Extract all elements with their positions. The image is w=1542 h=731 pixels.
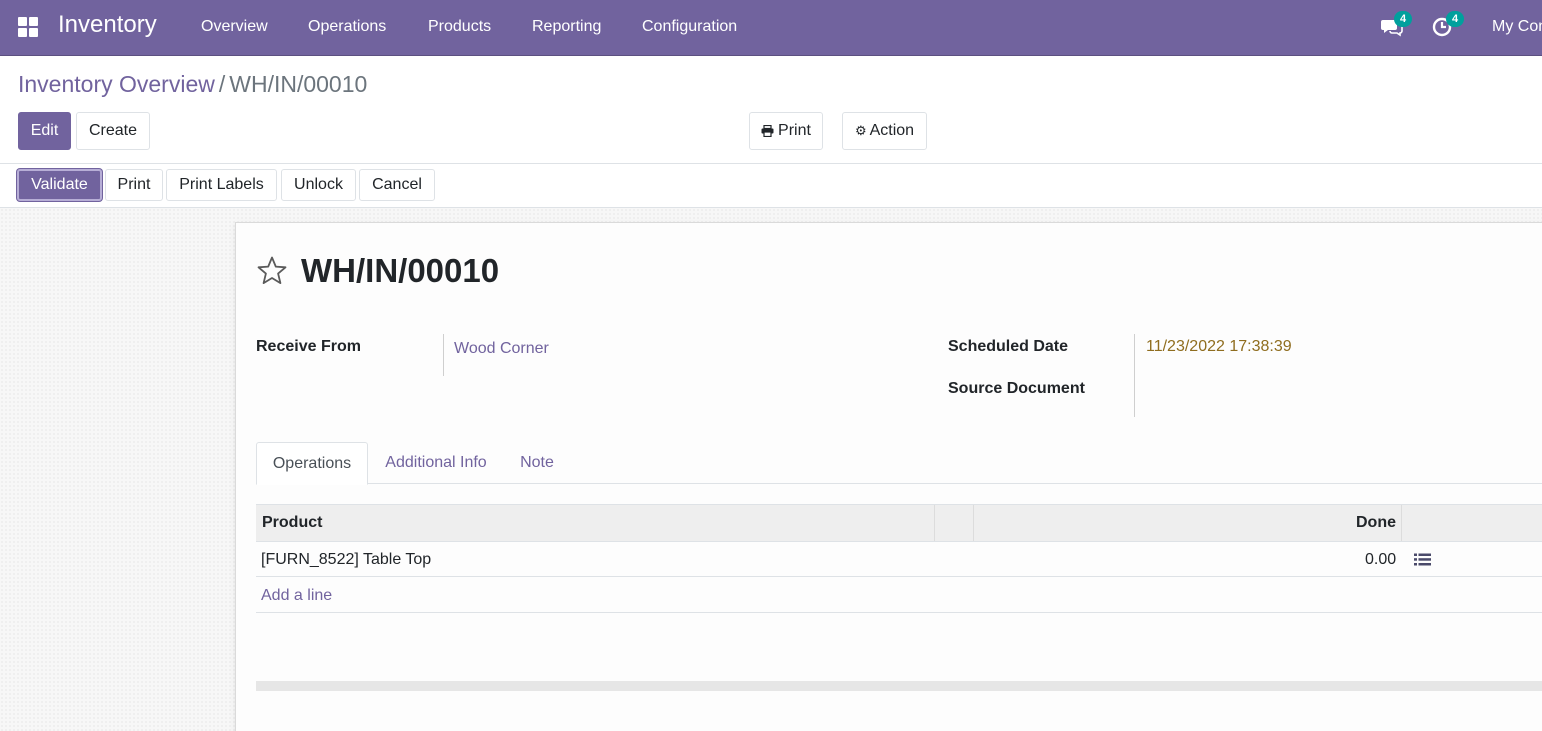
app-name[interactable]: Inventory — [58, 11, 157, 39]
cancel-button[interactable]: Cancel — [359, 169, 435, 201]
action-dropdown-button[interactable]: ⚙ Action — [842, 112, 927, 150]
table-row-empty — [256, 647, 1542, 682]
activities-button[interactable]: 4 — [1432, 11, 1464, 39]
column-product[interactable]: Product — [262, 505, 322, 541]
gear-icon: ⚙ — [854, 123, 867, 138]
column-divider — [934, 505, 935, 541]
column-done[interactable]: Done — [1356, 505, 1396, 541]
column-divider — [1401, 505, 1402, 541]
menu-overview[interactable]: Overview — [201, 18, 268, 36]
top-navbar: Inventory Overview Operations Products R… — [0, 0, 1542, 56]
menu-operations[interactable]: Operations — [308, 18, 386, 36]
menu-reporting[interactable]: Reporting — [532, 18, 601, 36]
column-divider — [973, 505, 974, 541]
table-row[interactable]: [FURN_8522] Table Top 0.00 — [256, 542, 1542, 577]
print-label: Print — [778, 122, 811, 139]
tab-operations[interactable]: Operations — [256, 442, 368, 485]
list-icon[interactable] — [1414, 553, 1431, 566]
edit-button[interactable]: Edit — [18, 112, 71, 150]
action-label: Action — [869, 122, 915, 139]
create-button[interactable]: Create — [76, 112, 150, 150]
tab-additional-info[interactable]: Additional Info — [368, 442, 504, 484]
print-labels-button[interactable]: Print Labels — [166, 169, 277, 201]
source-document-label: Source Document — [948, 380, 1085, 397]
validate-button[interactable]: Validate — [17, 169, 102, 201]
scheduled-date-label: Scheduled Date — [948, 338, 1069, 355]
star-outline-icon[interactable] — [256, 255, 288, 287]
print-button[interactable]: Print — [105, 169, 163, 201]
table-header: Product Done — [256, 504, 1542, 542]
receive-from-label: Receive From — [256, 338, 361, 355]
add-line-link[interactable]: Add a line — [261, 578, 332, 613]
table-row-empty — [256, 613, 1542, 648]
messages-badge: 4 — [1394, 11, 1412, 27]
printer-icon — [761, 125, 774, 137]
company-switcher[interactable]: My Con — [1492, 18, 1542, 36]
breadcrumb-separator: / — [218, 71, 226, 97]
print-dropdown-button[interactable]: Print — [749, 112, 823, 150]
apps-grid-icon[interactable] — [18, 17, 38, 37]
field-divider — [1134, 334, 1135, 417]
unlock-button[interactable]: Unlock — [281, 169, 356, 201]
breadcrumb-parent[interactable]: Inventory Overview — [18, 71, 215, 97]
notebook-tabs: Operations Additional Info Note — [256, 442, 1542, 485]
messages-button[interactable]: 4 — [1380, 11, 1412, 39]
row-product[interactable]: [FURN_8522] Table Top — [261, 542, 431, 577]
control-panel: Inventory Overview / WH/IN/00010 Edit Crea… — [0, 56, 1542, 164]
tab-note[interactable]: Note — [504, 442, 570, 484]
menu-configuration[interactable]: Configuration — [642, 18, 737, 36]
row-done[interactable]: 0.00 — [1365, 542, 1396, 577]
table-footer — [256, 681, 1542, 691]
field-divider — [443, 334, 444, 376]
scheduled-date-value: 11/23/2022 17:38:39 — [1146, 338, 1292, 355]
breadcrumb: Inventory Overview / WH/IN/00010 — [18, 71, 367, 98]
menu-products[interactable]: Products — [428, 18, 491, 36]
status-bar: Validate Print Print Labels Unlock Cance… — [0, 164, 1542, 208]
add-line-row: Add a line — [256, 578, 1542, 613]
record-title: WH/IN/00010 — [301, 252, 500, 289]
receive-from-value[interactable]: Wood Corner — [454, 340, 549, 358]
breadcrumb-current: WH/IN/00010 — [229, 71, 368, 97]
activities-badge: 4 — [1446, 11, 1464, 27]
